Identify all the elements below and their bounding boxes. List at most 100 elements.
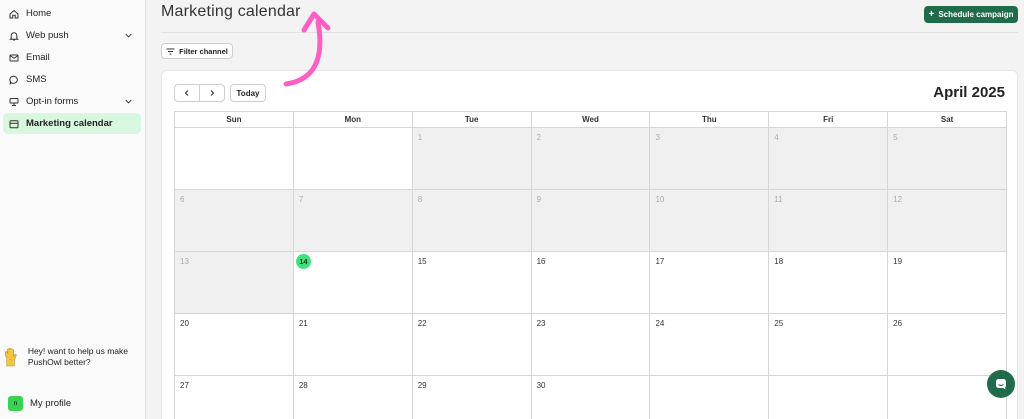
- calendar-day-cell[interactable]: 26: [888, 314, 1008, 376]
- calendar-grid: Sun Mon Tue Wed Thu Fri Sat 1 2 3 4 5 6 7 8 9 10 1…: [174, 111, 1008, 419]
- day-number: 17: [655, 257, 665, 266]
- calendar-day-cell[interactable]: 1: [412, 128, 532, 190]
- previous-month-button[interactable]: [175, 85, 199, 101]
- sidebar-item-home[interactable]: Home: [3, 3, 141, 24]
- day-number: 28: [298, 381, 308, 390]
- feedback-promo[interactable]: Hey! want to help us make PushOwl better…: [4, 343, 142, 373]
- page-title: Marketing calendar: [161, 3, 301, 20]
- schedule-campaign-button[interactable]: + Schedule campaign: [924, 6, 1018, 23]
- mail-icon: [9, 53, 19, 63]
- calendar-icon: [9, 119, 19, 129]
- calendar-day-cell[interactable]: [769, 376, 889, 419]
- weekday-header: Sun: [175, 112, 294, 128]
- sidebar-item-web-push[interactable]: Web push: [3, 25, 141, 46]
- calendar-day-cell[interactable]: 16: [531, 252, 651, 314]
- chevron-left-icon: [184, 90, 189, 96]
- calendar-day-cell[interactable]: 4: [769, 128, 889, 190]
- calendar-day-cell[interactable]: 23: [531, 314, 651, 376]
- calendar-day-cell[interactable]: 2: [531, 128, 651, 190]
- calendar-week-row: 20 21 22 23 24 25 26: [175, 314, 1008, 376]
- filter-channel-label: Filter channel: [179, 46, 228, 56]
- calendar-day-cell[interactable]: 7: [293, 190, 413, 252]
- calendar-week-row: 13 14 15 16 17 18 19: [175, 252, 1008, 314]
- calendar-day-cell[interactable]: 17: [650, 252, 770, 314]
- weekday-header: Tue: [412, 112, 532, 128]
- plus-icon: +: [928, 9, 935, 20]
- filter-icon: [166, 48, 175, 54]
- day-number: 13: [180, 257, 189, 266]
- sidebar-item-email[interactable]: Email: [3, 47, 141, 68]
- sidebar-item-marketing-calendar[interactable]: Marketing calendar: [3, 113, 141, 134]
- calendar-day-cell[interactable]: 14: [293, 252, 413, 314]
- weekday-header: Thu: [650, 112, 770, 128]
- form-icon: [9, 97, 19, 107]
- day-number: 2: [536, 133, 542, 142]
- day-number: 22: [417, 319, 427, 328]
- chat-launcher-button[interactable]: [987, 370, 1015, 398]
- calendar-day-cell[interactable]: 3: [650, 128, 770, 190]
- sidebar-item-sms[interactable]: SMS: [3, 69, 141, 90]
- header-divider: [161, 32, 1018, 33]
- chevron-down-icon[interactable]: [124, 97, 133, 106]
- my-profile[interactable]: n My profile: [8, 396, 71, 411]
- schedule-campaign-label: Schedule campaign: [938, 10, 1014, 19]
- calendar-day-cell[interactable]: 22: [412, 314, 532, 376]
- calendar-day-cell[interactable]: 9: [531, 190, 651, 252]
- calendar-day-cell[interactable]: 5: [888, 128, 1008, 190]
- calendar-day-cell[interactable]: [650, 376, 770, 419]
- calendar-day-cell[interactable]: 24: [650, 314, 770, 376]
- calendar-day-cell[interactable]: 25: [769, 314, 889, 376]
- day-number: 7: [298, 195, 304, 204]
- month-navigation: [174, 84, 225, 102]
- calendar-day-cell[interactable]: 30: [531, 376, 651, 419]
- sidebar-item-label: SMS: [26, 74, 47, 85]
- weekday-header-row: Sun Mon Tue Wed Thu Fri Sat: [175, 112, 1008, 128]
- chat-icon: [996, 379, 1006, 390]
- calendar-day-cell[interactable]: 21: [293, 314, 413, 376]
- today-button[interactable]: Today: [230, 84, 266, 102]
- calendar-day-cell[interactable]: 8: [412, 190, 532, 252]
- calendar-day-cell[interactable]: 12: [888, 190, 1008, 252]
- day-number: 16: [536, 257, 546, 266]
- calendar-day-cell[interactable]: [175, 128, 294, 190]
- weekday-header: Sat: [888, 112, 1008, 128]
- calendar-day-cell[interactable]: 11: [769, 190, 889, 252]
- next-month-button[interactable]: [199, 85, 224, 101]
- calendar-day-cell[interactable]: 28: [293, 376, 413, 419]
- day-number: 23: [536, 319, 546, 328]
- filter-channel-button[interactable]: Filter channel: [161, 43, 233, 59]
- day-number: 24: [655, 319, 665, 328]
- calendar-day-cell[interactable]: 13: [175, 252, 294, 314]
- day-number: 6: [180, 195, 185, 204]
- calendar-day-cell[interactable]: 15: [412, 252, 532, 314]
- calendar-day-cell[interactable]: 20: [175, 314, 294, 376]
- day-number: 25: [774, 319, 784, 328]
- day-number: 5: [893, 133, 898, 142]
- day-number: 29: [417, 381, 427, 390]
- day-number: 8: [417, 195, 423, 204]
- day-number: 21: [298, 319, 308, 328]
- calendar-week-row: 1 2 3 4 5: [175, 128, 1008, 190]
- feedback-text: Hey! want to help us make PushOwl better…: [27, 346, 128, 367]
- day-number: 27: [180, 381, 189, 390]
- day-number: 1: [417, 133, 423, 142]
- sidebar-item-opt-in-forms[interactable]: Opt-in forms: [3, 91, 141, 112]
- sidebar-item-label: Marketing calendar: [26, 118, 113, 129]
- month-title: April 2025: [933, 84, 1005, 101]
- day-number: 9: [536, 195, 542, 204]
- sidebar-item-label: Opt-in forms: [26, 96, 79, 107]
- calendar-day-cell[interactable]: 6: [175, 190, 294, 252]
- today-day-number: 14: [295, 254, 311, 269]
- calendar-day-cell[interactable]: 19: [888, 252, 1008, 314]
- weekday-header: Mon: [293, 112, 413, 128]
- chat-icon: [9, 75, 19, 85]
- chevron-right-icon: [210, 90, 215, 96]
- chevron-down-icon[interactable]: [124, 31, 133, 40]
- sidebar-item-label: Home: [26, 8, 52, 19]
- calendar-day-cell[interactable]: 27: [175, 376, 294, 419]
- calendar-day-cell[interactable]: 18: [769, 252, 889, 314]
- calendar-day-cell[interactable]: 10: [650, 190, 770, 252]
- calendar-day-cell[interactable]: 29: [412, 376, 532, 419]
- calendar-day-cell[interactable]: [293, 128, 413, 190]
- sidebar: Home Web push Email SMS Opt-in forms Mar…: [0, 0, 146, 419]
